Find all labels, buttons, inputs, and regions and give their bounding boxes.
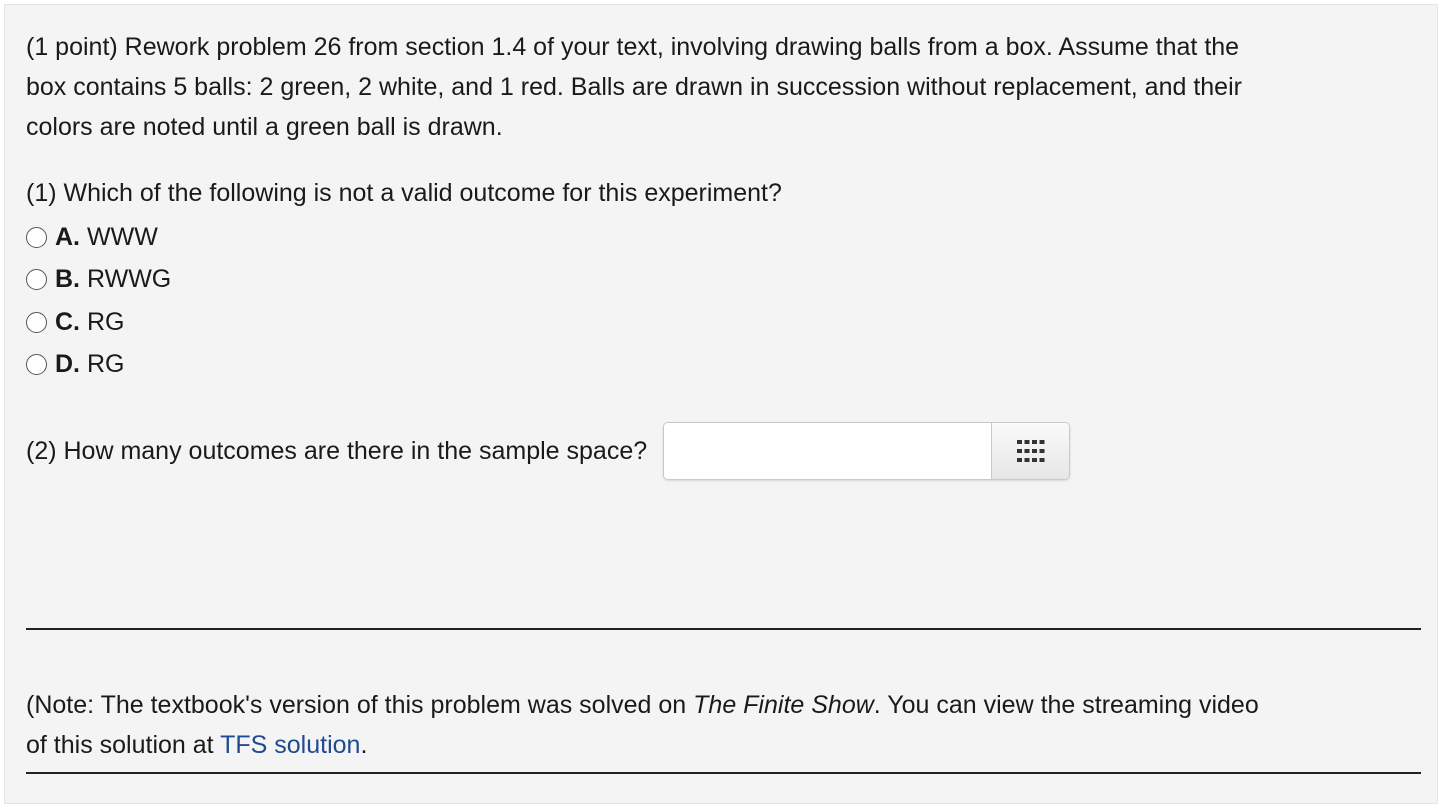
radio-button-a[interactable] (26, 226, 47, 248)
radio-button-d[interactable] (26, 353, 47, 375)
answer-input[interactable] (664, 423, 992, 479)
answer-input-group (663, 422, 1071, 480)
divider-top (26, 628, 1421, 630)
divider-bottom (26, 772, 1421, 774)
note-line2-prefix: of this solution at (26, 731, 221, 759)
option-d-letter: D. (55, 349, 80, 378)
option-b-letter: B. (55, 264, 80, 293)
grid-icon (1016, 440, 1045, 462)
option-c[interactable]: C. RG (26, 304, 125, 340)
option-b[interactable]: B. RWWG (26, 261, 171, 297)
option-c-letter: C. (55, 307, 80, 336)
note-show-title: The Finite Show (693, 691, 874, 719)
option-a-label: WWW (87, 222, 158, 251)
question-1-text: (1) Which of the following is not a vali… (26, 179, 782, 207)
note-text: (Note: The textbook's version of this pr… (26, 685, 1426, 765)
option-d[interactable]: D. RG (26, 346, 125, 382)
note-prefix: (Note: The textbook's version of this pr… (26, 691, 694, 719)
option-a[interactable]: A. WWW (26, 219, 158, 255)
option-b-label: RWWG (87, 264, 172, 293)
option-d-label: RG (87, 349, 125, 378)
radio-button-b[interactable] (26, 268, 47, 290)
problem-statement-line-2: box contains 5 balls: 2 green, 2 white, … (26, 73, 1242, 101)
question-2-row: (2) How many outcomes are there in the s… (26, 421, 1071, 481)
problem-statement: (1 point) Rework problem 26 from section… (26, 27, 1421, 147)
tfs-solution-link[interactable]: TFS solution (220, 731, 360, 759)
problem-statement-line-1: (1 point) Rework problem 26 from section… (26, 33, 1240, 61)
option-c-label: RG (87, 307, 125, 336)
problem-statement-line-3: colors are noted until a green ball is d… (26, 113, 503, 141)
problem-panel: (1 point) Rework problem 26 from section… (4, 4, 1438, 804)
equation-palette-button[interactable] (991, 423, 1070, 479)
note-suffix: . (360, 731, 368, 759)
question-2-text: (2) How many outcomes are there in the s… (26, 436, 648, 465)
option-a-letter: A. (55, 222, 80, 251)
note-middle: . You can view the streaming video (873, 691, 1259, 719)
radio-button-c[interactable] (26, 311, 47, 333)
